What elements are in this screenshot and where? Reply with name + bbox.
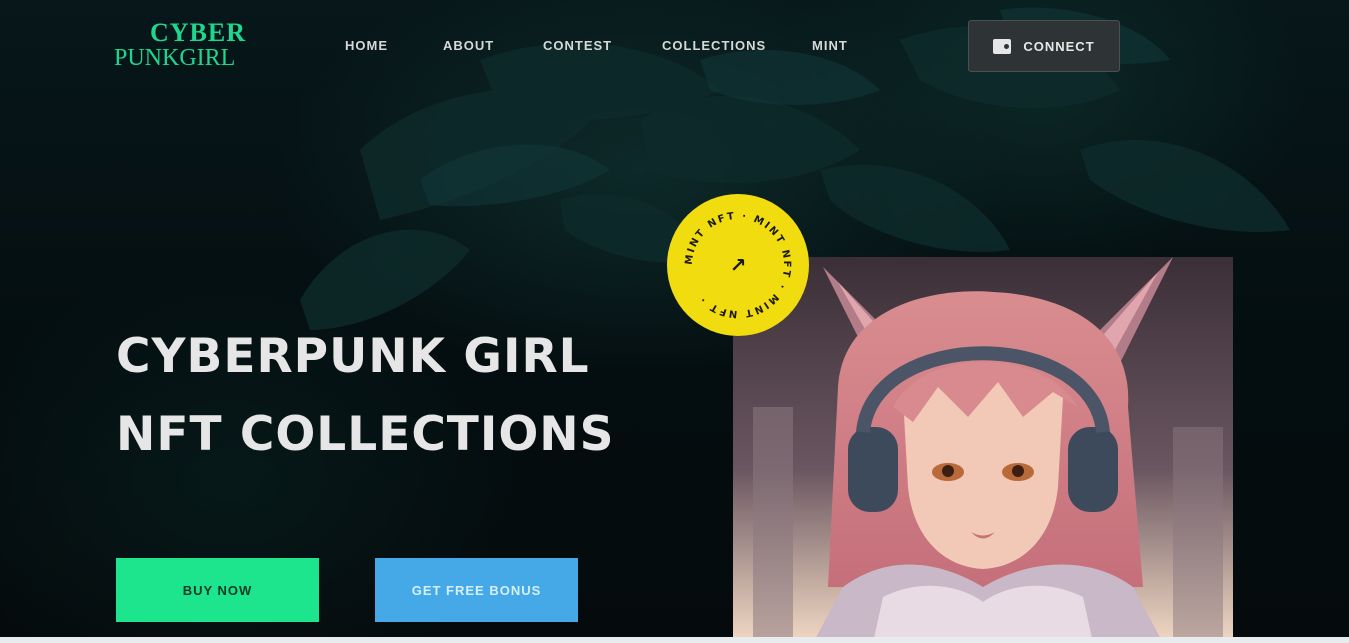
hero-headline: CYBERPUNK GIRL NFT COLLECTIONS [116,318,615,474]
wallet-icon [993,38,1012,54]
get-free-bonus-button[interactable]: GET FREE BONUS [375,558,578,622]
nav-about[interactable]: ABOUT [443,38,494,53]
page-bottom-edge [0,637,1349,643]
site-logo[interactable]: CYBER PUNKGIRL [114,18,289,76]
logo-line-2: PUNKGIRL [114,45,236,71]
mint-nft-badge[interactable]: MINT NFT · MINT NFT · MINT NFT · ↗ [667,194,809,336]
nav-contest[interactable]: CONTEST [543,38,612,53]
nav-collections[interactable]: COLLECTIONS [662,38,766,53]
nav-mint[interactable]: MINT [812,38,848,53]
buy-now-label: BUY NOW [182,582,253,598]
get-free-bonus-label: GET FREE BONUS [411,582,542,598]
nav-home[interactable]: HOME [345,38,388,53]
connect-label: CONNECT [1023,38,1095,54]
logo-line-1: CYBER [150,18,247,47]
arrow-up-right-icon: ↗ [729,254,747,277]
buy-now-button[interactable]: BUY NOW [116,558,319,622]
hero-title-line-2: NFT COLLECTIONS [116,407,615,462]
hero-title-line-1: CYBERPUNK GIRL [116,329,590,384]
connect-wallet-button[interactable]: CONNECT [968,20,1120,72]
